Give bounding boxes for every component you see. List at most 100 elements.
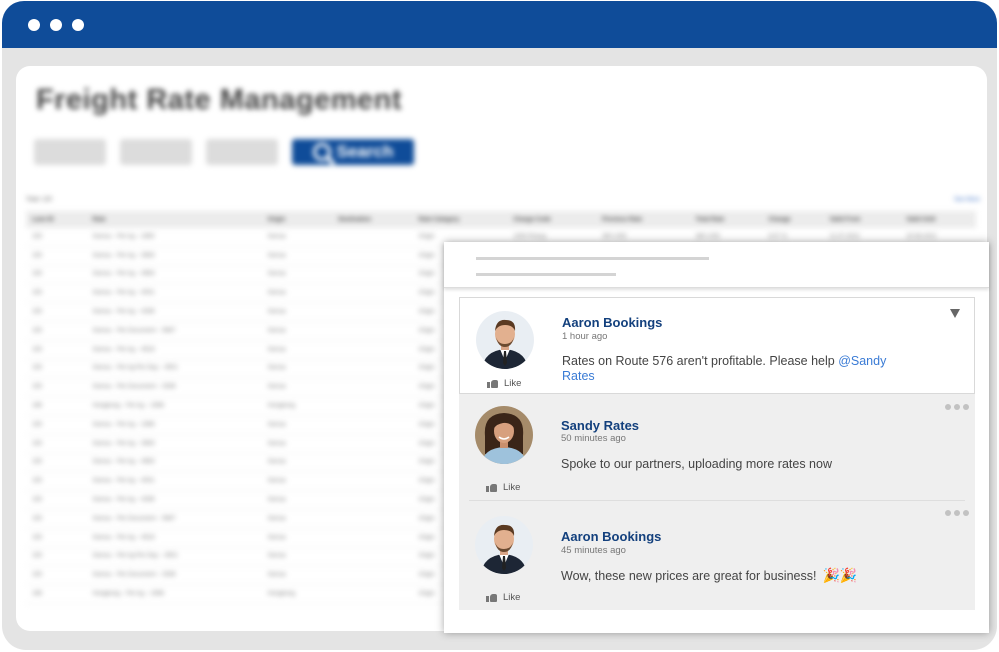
search-button[interactable]: Search — [292, 139, 414, 165]
comment-text: Spoke to our partners, uploading more ra… — [561, 457, 832, 471]
table-column-header[interactable]: Previous Rate — [596, 211, 690, 228]
comment-author[interactable]: Aaron Bookings — [562, 315, 662, 330]
chevron-down-icon[interactable] — [950, 309, 960, 318]
like-button[interactable]: Like — [487, 378, 521, 389]
comment-item: Sandy Rates 50 minutes ago Spoke to our … — [459, 397, 975, 502]
comment-body: Wow, these new prices are great for busi… — [561, 569, 817, 583]
filter-field[interactable] — [34, 139, 106, 165]
table-cell: 166 — [26, 396, 87, 416]
table-cell: Hongkong — [261, 396, 333, 416]
table-cell: 153 — [26, 434, 87, 454]
like-label: Like — [503, 482, 521, 493]
table-cell: Genoa — [261, 434, 333, 454]
comment-text: Rates on Route 576 aren't profitable. Pl… — [562, 354, 922, 384]
table-cell: Genoa – Per kg – 4041 — [86, 283, 262, 304]
table-column-header[interactable]: Charge Code — [507, 211, 597, 228]
table-cell: Genoa – Per kg Per Day – 4501 — [86, 547, 262, 567]
comment-divider — [469, 500, 965, 501]
like-button[interactable]: Like — [486, 592, 520, 603]
table-cell: Genoa – Per Document – 5667 — [86, 321, 262, 341]
table-cell — [332, 584, 413, 604]
table-cell: 153 — [26, 246, 87, 266]
window-dot-icon[interactable] — [28, 19, 40, 31]
window-dot-icon[interactable] — [50, 19, 62, 31]
table-cell: Genoa – Per kg – 4041 — [86, 471, 262, 492]
like-label: Like — [504, 378, 522, 389]
more-options-icon[interactable] — [945, 510, 969, 516]
table-cell — [332, 321, 413, 341]
table-cell: 153 — [26, 283, 87, 304]
table-cell: Genoa – Per kg – 4563 — [86, 453, 262, 473]
table-column-header[interactable]: Destination — [332, 211, 413, 228]
more-options-icon[interactable] — [945, 404, 969, 410]
table-cell: 153 — [26, 340, 87, 360]
filter-field[interactable] — [120, 139, 192, 165]
table-cell: Genoa – Per Document – 3336 — [86, 377, 262, 398]
table-cell: Genoa — [261, 340, 333, 360]
table-cell: Genoa — [261, 528, 333, 548]
avatar — [475, 516, 533, 574]
placeholder-line — [476, 273, 616, 276]
table-column-header[interactable]: Rate — [86, 211, 262, 228]
table-cell: Genoa — [261, 509, 333, 529]
table-cell: Genoa — [261, 547, 333, 567]
table-column-header[interactable]: Total Rate — [689, 211, 763, 228]
table-cell: 153 — [26, 228, 87, 247]
table-cell: 153 — [26, 528, 87, 548]
table-cell: Genoa — [261, 565, 333, 586]
window-dot-icon[interactable] — [72, 19, 84, 31]
table-cell: Genoa – Per kg Per Day – 4501 — [86, 359, 262, 379]
table-column-header[interactable]: Valid From — [823, 211, 901, 228]
window-titlebar — [2, 1, 997, 49]
table-cell: Hongkong – Per kg – 1566 — [86, 584, 262, 604]
table-column-header[interactable]: Rate Category — [412, 211, 508, 228]
like-button[interactable]: Like — [486, 482, 520, 493]
thumbs-up-icon — [487, 379, 498, 388]
table-cell — [332, 283, 413, 304]
table-cell: Genoa — [261, 359, 333, 379]
table-column-header[interactable]: Valid Until — [900, 211, 976, 228]
table-column-header[interactable]: Origin — [261, 211, 333, 228]
comment-author[interactable]: Aaron Bookings — [561, 529, 661, 544]
comment-text: Wow, these new prices are great for busi… — [561, 568, 921, 584]
table-header-row: Lane ID Rate Origin Destination Rate Categor… — [26, 211, 976, 228]
table-cell: Hongkong — [261, 584, 333, 604]
table-cell — [332, 302, 413, 322]
table-cell: 153 — [26, 265, 87, 285]
table-cell: Genoa – Per kg – 4563 — [86, 265, 262, 285]
search-button-label: Search — [336, 142, 394, 161]
comment-body: Rates on Route 576 aren't profitable. Pl… — [562, 354, 839, 368]
filter-field[interactable] — [206, 139, 278, 165]
man-avatar-icon — [475, 516, 533, 574]
table-cell: 153 — [26, 415, 87, 435]
table-cell: Genoa — [261, 377, 333, 398]
table-cell: Genoa – Per kg – 4518 — [86, 340, 262, 360]
comment-thread: Aaron Bookings 1 hour ago Rates on Route… — [459, 297, 975, 610]
table-cell — [332, 565, 413, 586]
table-cell: Genoa – Per kg – 4336 — [86, 490, 262, 510]
search-icon — [312, 143, 331, 161]
see-more-link[interactable]: See More — [954, 197, 980, 203]
table-cell — [332, 265, 413, 285]
comment-author[interactable]: Sandy Rates — [561, 418, 639, 433]
like-label: Like — [503, 592, 521, 603]
comment-item: Aaron Bookings 1 hour ago Rates on Route… — [459, 297, 975, 394]
table-column-header[interactable]: Change — [762, 211, 824, 228]
table-cell: Genoa – Per kg – 1566 — [86, 415, 262, 435]
table-cell: 153 — [26, 377, 87, 398]
table-cell: Genoa — [261, 471, 333, 492]
table-cell: Genoa – Per kg – 1650 — [86, 228, 262, 247]
table-cell: Genoa — [261, 228, 333, 247]
table-cell: Genoa — [261, 453, 333, 473]
table-column-header[interactable]: Lane ID — [26, 211, 87, 228]
comment-time: 1 hour ago — [562, 331, 608, 342]
table-cell — [332, 377, 413, 398]
avatar — [475, 406, 533, 464]
table-cell: 166 — [26, 584, 87, 604]
table-cell — [332, 415, 413, 435]
table-cell: Hongkong – Per kg – 1566 — [86, 396, 262, 416]
table-cell: 153 — [26, 490, 87, 510]
table-cell — [332, 246, 413, 266]
table-cell: Genoa — [261, 302, 333, 322]
table-cell: 153 — [26, 509, 87, 529]
